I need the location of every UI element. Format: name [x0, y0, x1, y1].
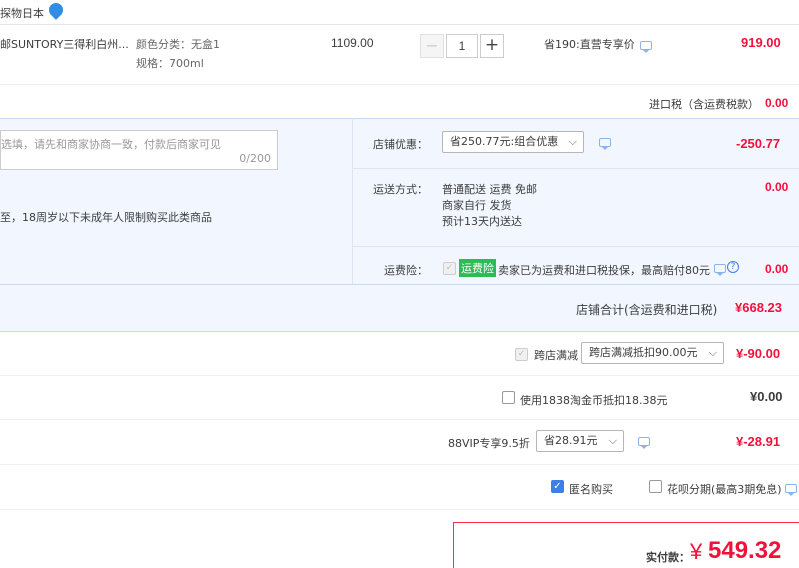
- item-sku-spec: 规格：700ml: [136, 57, 204, 70]
- insurance-badge: 运费险: [459, 259, 496, 277]
- age-restriction-notice: 至，18周岁以下未成年人限制购买此类商品: [0, 211, 212, 224]
- coins-checkbox[interactable]: [502, 391, 515, 404]
- shop-discount-select[interactable]: 省250.77元:组合优惠 ⌵: [442, 131, 584, 153]
- shipping-line1: 普通配送 运费 免邮: [442, 183, 537, 196]
- cross-store-value: ¥-90.00: [736, 346, 781, 361]
- huabei-checkbox[interactable]: [649, 480, 662, 493]
- buyer-message-placeholder: 选填，请先和商家协商一致，付款后商家可见: [1, 138, 221, 151]
- shipping-value: 0.00: [765, 180, 789, 194]
- import-tax-label: 进口税（含运费税款）: [649, 98, 759, 111]
- cross-store-checkbox: ✓: [515, 348, 528, 361]
- shipping-line3: 预计13天内送达: [442, 215, 522, 228]
- anonymous-label: 匿名购买: [569, 483, 613, 496]
- huabei-label: 花呗分期(最高3期免息): [667, 483, 782, 496]
- chevron-down-icon: ⌵: [608, 434, 617, 447]
- store-name[interactable]: 探物日本: [0, 5, 44, 21]
- chevron-down-icon: ⌵: [568, 135, 577, 148]
- water-drop-icon[interactable]: [46, 0, 66, 20]
- chat-icon[interactable]: [714, 264, 726, 276]
- insurance-checkbox: ✓: [443, 262, 456, 275]
- item-subtotal: 919.00: [741, 35, 781, 50]
- shop-total-value: ¥668.23: [735, 300, 782, 315]
- vip-discount-selected: 省28.91元: [544, 434, 598, 447]
- buyer-message-counter: 0/200: [239, 152, 271, 165]
- shop-discount-label: 店铺优惠：: [373, 138, 428, 151]
- vip-value: ¥-28.91: [736, 434, 781, 449]
- item-sku-color: 颜色分类：无盒1: [136, 38, 220, 51]
- chat-icon[interactable]: [785, 484, 797, 496]
- shipping-line2: 商家自行 发货: [442, 199, 512, 212]
- shop-total-label: 店铺合计(含运费和进口税): [576, 303, 718, 317]
- anonymous-checkbox[interactable]: ✓: [551, 480, 564, 493]
- item-promo-label: 省190:直营专享价: [544, 38, 635, 51]
- cross-store-select[interactable]: 跨店满减抵扣90.00元 ⌵: [581, 342, 724, 364]
- help-icon-glyph: ?: [730, 262, 736, 272]
- shop-discount-selected: 省250.77元:组合优惠: [450, 135, 559, 148]
- insurance-label: 运费险：: [384, 264, 428, 277]
- chat-icon[interactable]: [638, 437, 650, 449]
- cross-store-label: 跨店满减: [534, 349, 578, 362]
- chat-icon[interactable]: [640, 41, 652, 53]
- quantity-increase-button[interactable]: +: [480, 34, 504, 58]
- chat-icon[interactable]: [599, 138, 611, 150]
- actual-payment-amount: 549.32: [708, 537, 782, 564]
- help-icon[interactable]: ?: [727, 261, 739, 273]
- chevron-down-icon: ⌵: [708, 346, 717, 359]
- buyer-message-field[interactable]: 选填，请先和商家协商一致，付款后商家可见 0/200: [0, 130, 278, 170]
- shipping-label: 运送方式：: [373, 183, 428, 196]
- shop-discount-value: -250.77: [736, 136, 781, 151]
- insurance-value: 0.00: [765, 262, 789, 276]
- import-tax-value: 0.00: [765, 96, 789, 110]
- quantity-decrease-button[interactable]: −: [420, 34, 444, 58]
- cross-store-selected: 跨店满减抵扣90.00元: [589, 346, 698, 359]
- item-title[interactable]: 邮SUNTORY三得利白州...: [0, 36, 129, 52]
- item-unit-price: 1109.00: [331, 36, 374, 50]
- insurance-text: 卖家已为运费和进口税投保，最高赔付80元: [498, 264, 710, 277]
- coins-label: 使用1838淘金币抵扣18.38元: [520, 394, 668, 407]
- vip-discount-select[interactable]: 省28.91元 ⌵: [536, 430, 624, 452]
- actual-payment-currency: ¥: [690, 539, 703, 564]
- coins-value: ¥0.00: [750, 389, 783, 404]
- vip-label: 88VIP专享9.5折: [448, 437, 530, 450]
- quantity-input[interactable]: 1: [446, 34, 478, 58]
- actual-payment-label: 实付款：: [646, 551, 690, 564]
